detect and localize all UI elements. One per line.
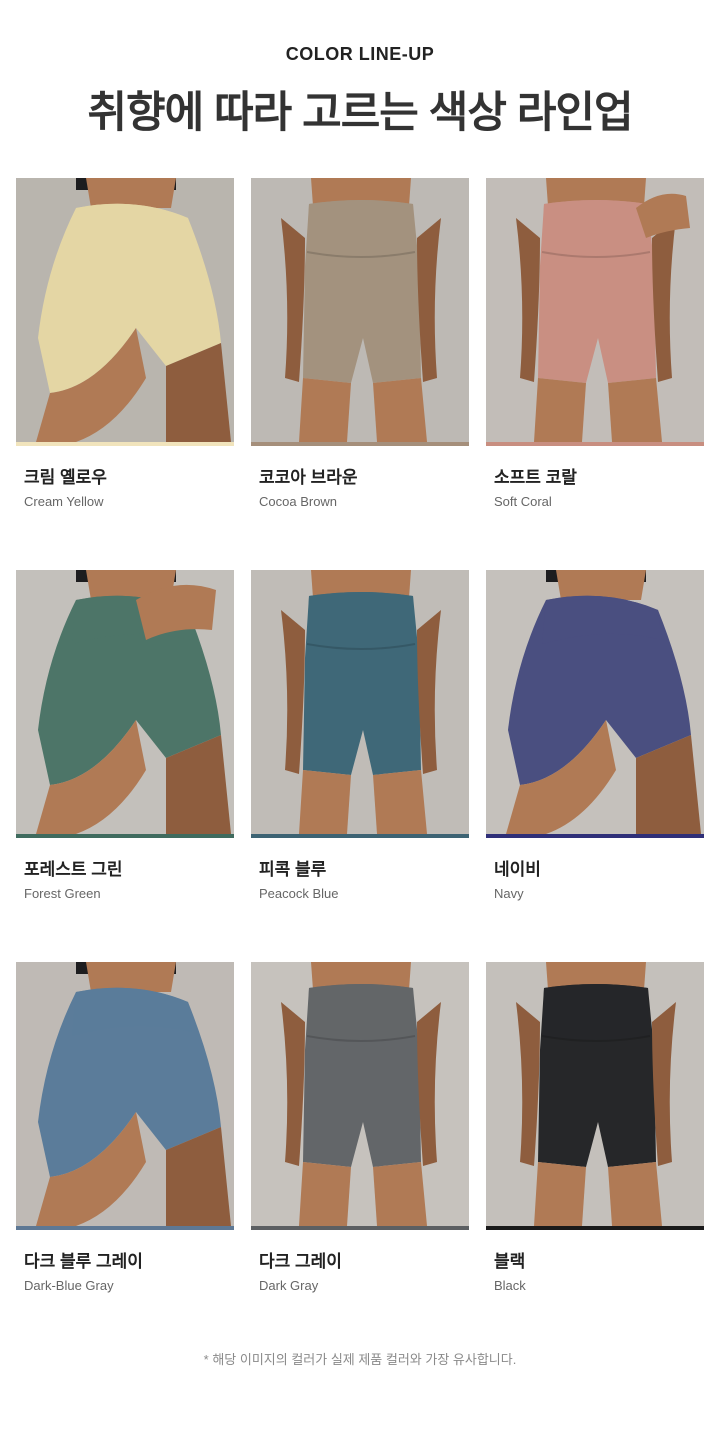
color-swatch-bar <box>486 834 704 838</box>
color-swatch-bar <box>251 834 469 838</box>
color-name-english: Black <box>494 1278 526 1293</box>
product-photo <box>16 962 234 1226</box>
shorts-illustration <box>36 962 231 1226</box>
color-card[interactable]: 포레스트 그린 Forest Green <box>16 570 234 901</box>
shorts-illustration <box>516 962 676 1226</box>
product-photo <box>486 570 704 834</box>
color-name-korean: 네이비 <box>494 860 541 879</box>
shorts-illustration <box>506 570 701 834</box>
color-name-korean: 다크 그레이 <box>259 1252 342 1271</box>
shorts-illustration <box>281 962 441 1226</box>
color-card[interactable]: 다크 그레이 Dark Gray <box>251 962 469 1293</box>
color-name-english: Soft Coral <box>494 494 552 509</box>
color-name-english: Cocoa Brown <box>259 494 338 509</box>
color-swatch-bar <box>16 442 234 446</box>
shorts-illustration <box>281 178 441 442</box>
shorts-illustration <box>36 178 231 442</box>
color-name-korean: 크림 옐로우 <box>24 468 107 487</box>
color-name-english: Cream Yellow <box>24 494 104 509</box>
color-name-korean: 코코아 브라운 <box>259 468 358 487</box>
color-swatch-bar <box>486 442 704 446</box>
product-photo <box>16 178 234 442</box>
section-title: 취향에 따라 고르는 색상 라인업 <box>87 89 633 137</box>
product-photo <box>16 570 234 834</box>
color-name-korean: 블랙 <box>494 1252 526 1271</box>
section-eyebrow: COLOR LINE-UP <box>285 44 435 64</box>
color-card[interactable]: 피콕 블루 Peacock Blue <box>251 570 469 901</box>
shorts-illustration <box>516 178 690 442</box>
color-name-english: Dark Gray <box>259 1278 319 1293</box>
shorts-illustration <box>281 570 441 834</box>
color-name-korean: 소프트 코랄 <box>494 468 577 487</box>
product-photo <box>251 178 469 442</box>
shorts-illustration <box>36 570 231 834</box>
color-card[interactable]: 다크 블루 그레이 Dark-Blue Gray <box>16 962 234 1293</box>
color-swatch-bar <box>251 442 469 446</box>
color-swatch-bar <box>16 1226 234 1230</box>
color-swatch-bar <box>16 834 234 838</box>
product-photo <box>251 962 469 1226</box>
product-photo <box>251 570 469 834</box>
product-photo <box>486 962 704 1226</box>
color-name-english: Forest Green <box>24 886 101 901</box>
color-card[interactable]: 소프트 코랄 Soft Coral <box>486 178 704 509</box>
color-name-korean: 피콕 블루 <box>259 860 327 879</box>
color-name-english: Dark-Blue Gray <box>24 1278 114 1293</box>
product-photo <box>486 178 704 442</box>
color-name-english: Peacock Blue <box>259 886 339 901</box>
color-name-korean: 포레스트 그린 <box>24 860 123 879</box>
color-card[interactable]: 코코아 브라운 Cocoa Brown <box>251 178 469 509</box>
color-name-english: Navy <box>494 886 524 901</box>
color-card[interactable]: 네이비 Navy <box>486 570 704 901</box>
color-disclaimer: * 해당 이미지의 컬러가 실제 제품 컬러와 가장 유사합니다. <box>203 1352 517 1367</box>
color-card[interactable]: 블랙 Black <box>486 962 704 1293</box>
color-name-korean: 다크 블루 그레이 <box>24 1252 143 1271</box>
color-swatch-bar <box>486 1226 704 1230</box>
color-swatch-bar <box>251 1226 469 1230</box>
color-card[interactable]: 크림 옐로우 Cream Yellow <box>16 178 234 509</box>
